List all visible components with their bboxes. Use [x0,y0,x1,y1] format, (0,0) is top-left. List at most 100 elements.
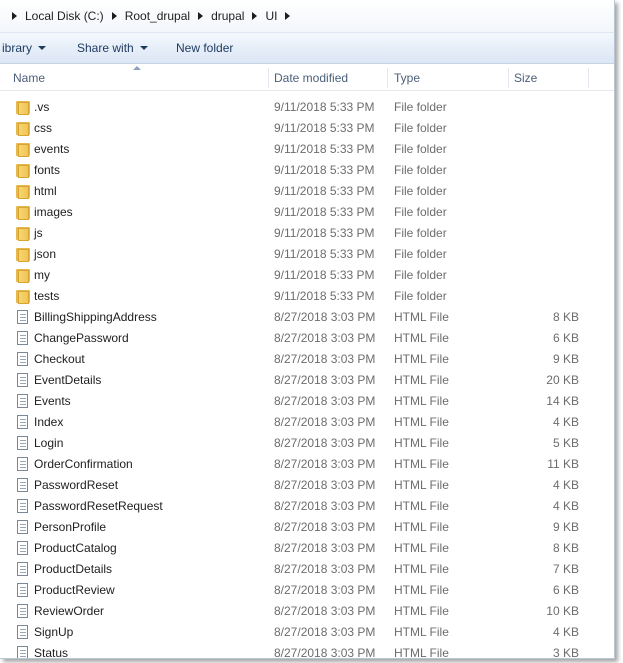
file-row[interactable]: SignUp 8/27/2018 3:03 PM HTML File 4 KB [0,622,614,643]
column-header-label: Name [13,71,46,85]
file-type: HTML File [394,394,449,408]
breadcrumb-item[interactable] [283,12,298,20]
file-name: .vs [34,100,50,114]
file-name: fonts [34,163,61,177]
breadcrumb-label[interactable]: UI [265,9,277,23]
column-header-name[interactable]: Name [8,66,268,90]
file-type: HTML File [394,457,449,471]
html-file-icon [15,478,31,493]
folder-icon [15,205,31,220]
file-row[interactable]: my 9/11/2018 5:33 PM File folder [0,265,614,286]
file-row[interactable]: html 9/11/2018 5:33 PM File folder [0,181,614,202]
file-date-modified: 9/11/2018 5:33 PM [274,226,375,240]
share-with-button[interactable]: Share with [77,41,148,55]
file-type: HTML File [394,415,449,429]
file-row[interactable]: ReviewOrder 8/27/2018 3:03 PM HTML File 10 … [0,601,614,622]
file-row[interactable]: js 9/11/2018 5:33 PM File folder [0,223,614,244]
library-button[interactable]: ibrary [2,41,47,55]
file-row[interactable]: PasswordResetRequest 8/27/2018 3:03 PM HTM… [0,496,614,517]
breadcrumb-item[interactable]: drupal [196,9,250,23]
file-date-modified: 9/11/2018 5:33 PM [274,100,375,114]
file-row[interactable]: Events 8/27/2018 3:03 PM HTML File 14 KB [0,391,614,412]
chevron-right-icon[interactable] [12,12,17,20]
file-date-modified: 9/11/2018 5:33 PM [274,163,375,177]
file-row[interactable]: EventDetails 8/27/2018 3:03 PM HTML File 20… [0,370,614,391]
file-type: HTML File [394,310,449,324]
file-date-modified: 8/27/2018 3:03 PM [274,646,376,659]
column-header-size[interactable]: Size [509,66,589,90]
file-type: HTML File [394,646,449,659]
file-row[interactable]: ProductReview 8/27/2018 3:03 PM HTML File 6… [0,580,614,601]
file-row[interactable]: OrderConfirmation 8/27/2018 3:03 PM HTML F… [0,454,614,475]
file-row[interactable]: BillingShippingAddress 8/27/2018 3:03 PM H… [0,307,614,328]
file-name: images [34,205,73,219]
file-date-modified: 8/27/2018 3:03 PM [274,373,376,387]
column-divider[interactable] [588,68,589,88]
file-date-modified: 8/27/2018 3:03 PM [274,478,376,492]
chevron-right-icon[interactable] [198,12,204,20]
file-row[interactable]: json 9/11/2018 5:33 PM File folder [0,244,614,265]
html-file-icon [15,352,31,367]
new-folder-label: New folder [176,41,234,55]
file-type: HTML File [394,499,449,513]
file-row[interactable]: PersonProfile 8/27/2018 3:03 PM HTML File 9… [0,517,614,538]
file-name: ProductReview [34,583,115,597]
file-name: ProductCatalog [34,541,117,555]
file-row[interactable]: Status 8/27/2018 3:03 PM HTML File 3 KB [0,643,614,659]
file-size: 20 KB [546,373,579,387]
file-type: File folder [394,163,447,177]
file-date-modified: 9/11/2018 5:33 PM [274,184,375,198]
file-row[interactable]: images 9/11/2018 5:33 PM File folder [0,202,614,223]
folder-icon [15,184,31,199]
file-type: HTML File [394,520,449,534]
breadcrumb-label[interactable]: drupal [211,9,244,23]
file-row[interactable]: css 9/11/2018 5:33 PM File folder [0,118,614,139]
folder-icon [15,247,31,262]
html-file-icon [15,499,31,514]
html-file-icon [15,373,31,388]
file-row[interactable]: Login 8/27/2018 3:03 PM HTML File 5 KB [0,433,614,454]
chevron-right-icon[interactable] [252,12,258,20]
file-row[interactable]: ProductDetails 8/27/2018 3:03 PM HTML File… [0,559,614,580]
file-date-modified: 8/27/2018 3:03 PM [274,604,376,618]
breadcrumb-item[interactable]: Root_drupal [110,9,196,23]
file-row[interactable]: tests 9/11/2018 5:33 PM File folder [0,286,614,307]
column-divider[interactable] [387,68,388,88]
column-header-label: Date modified [274,71,349,85]
chevron-right-icon[interactable] [285,12,291,20]
folder-icon [15,268,31,283]
breadcrumb-item[interactable]: Local Disk (C:) [10,9,110,23]
file-size: 11 KB [547,457,579,471]
html-file-icon [15,394,31,409]
file-row[interactable]: Checkout 8/27/2018 3:03 PM HTML File 9 KB [0,349,614,370]
breadcrumb-item[interactable]: UI [250,9,283,23]
file-row[interactable]: .vs 9/11/2018 5:33 PM File folder [0,97,614,118]
file-row[interactable]: ChangePassword 8/27/2018 3:03 PM HTML File… [0,328,614,349]
breadcrumb-label[interactable]: Root_drupal [125,9,190,23]
file-name: PasswordReset [34,478,119,492]
file-date-modified: 8/27/2018 3:03 PM [274,562,376,576]
file-row[interactable]: PasswordReset 8/27/2018 3:03 PM HTML File 4… [0,475,614,496]
folder-icon [15,226,31,241]
file-row[interactable]: Index 8/27/2018 3:03 PM HTML File 4 KB [0,412,614,433]
file-row[interactable]: ProductCatalog 8/27/2018 3:03 PM HTML File… [0,538,614,559]
file-row[interactable]: events 9/11/2018 5:33 PM File folder [0,139,614,160]
file-name: Login [34,436,64,450]
file-date-modified: 8/27/2018 3:03 PM [274,457,376,471]
file-name: Status [34,646,69,659]
new-folder-button[interactable]: New folder [176,41,233,55]
file-type: HTML File [394,625,449,639]
breadcrumb-label[interactable]: Local Disk (C:) [25,9,104,23]
file-type: HTML File [394,373,449,387]
file-type: HTML File [394,541,449,555]
file-list: .vs 9/11/2018 5:33 PM File folder css 9/11/2… [0,97,614,659]
column-header-type[interactable]: Type [389,66,507,90]
file-size: 4 KB [552,625,579,639]
file-type: File folder [394,226,447,240]
file-row[interactable]: fonts 9/11/2018 5:33 PM File folder [0,160,614,181]
chevron-right-icon[interactable] [111,12,117,20]
column-header-date[interactable]: Date modified [269,66,387,90]
file-size: 4 KB [552,499,579,513]
address-bar[interactable]: Local Disk (C:) Root_drupal drupal UI [0,0,614,33]
html-file-icon [15,625,31,640]
